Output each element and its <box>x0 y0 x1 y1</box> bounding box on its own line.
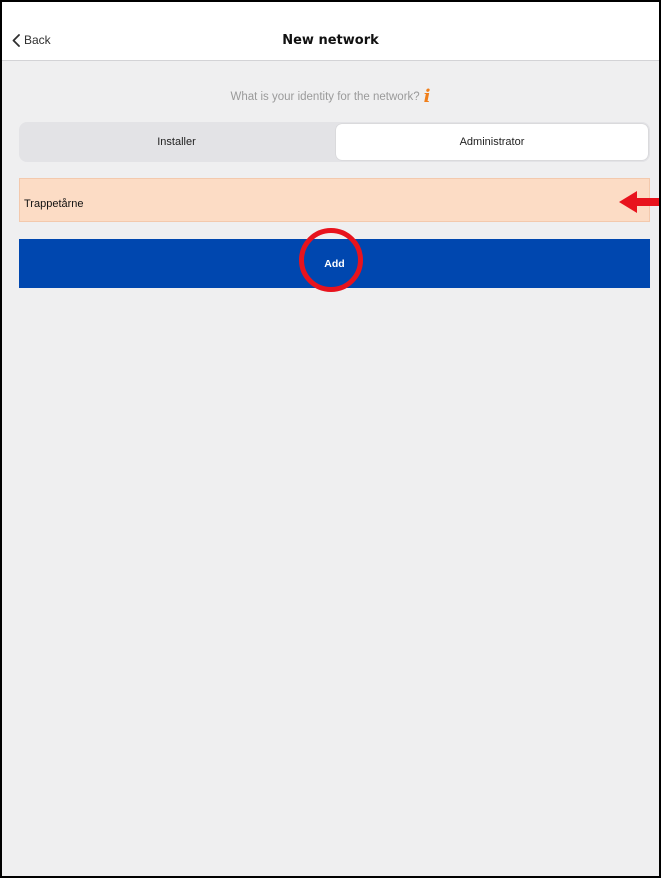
app-frame: Back New network What is your identity f… <box>0 0 661 878</box>
navigation-bar: Back New network <box>2 2 659 61</box>
identity-prompt-text: What is your identity for the network? <box>230 91 420 103</box>
segment-installer[interactable]: Installer <box>19 122 334 162</box>
network-name-value: Trappetårne <box>24 198 84 210</box>
segment-installer-label: Installer <box>157 136 196 148</box>
add-button[interactable]: Add <box>19 239 650 288</box>
network-name-field[interactable]: Trappetårne <box>19 178 650 222</box>
info-icon[interactable]: i <box>424 88 431 106</box>
add-button-label: Add <box>324 257 345 270</box>
page-title: New network <box>282 33 379 48</box>
segment-administrator-label: Administrator <box>459 136 525 148</box>
identity-segmented-control: Installer Administrator <box>19 122 650 162</box>
segment-administrator[interactable]: Administrator <box>336 124 648 160</box>
identity-prompt: What is your identity for the network? i <box>2 88 659 106</box>
